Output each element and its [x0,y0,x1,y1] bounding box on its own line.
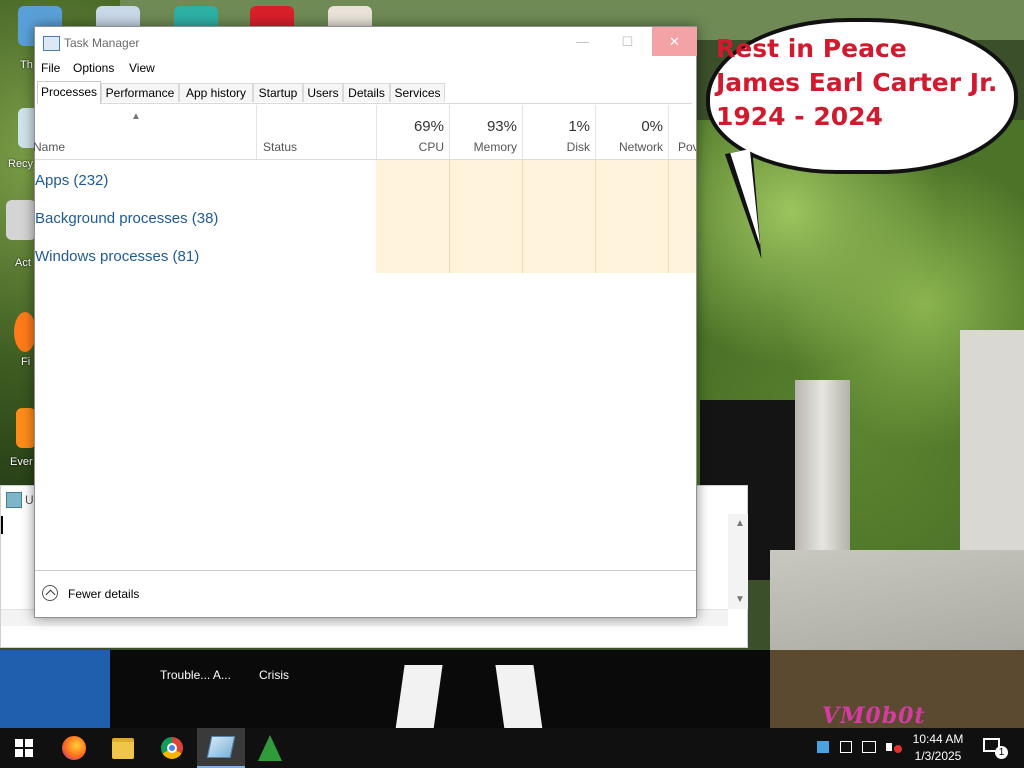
title-bar[interactable]: Task Manager — ☐ ✕ [35,27,697,57]
maximize-button[interactable]: ☐ [605,27,650,56]
bubble-line: Rest in Peace [716,34,907,63]
window-title: Task Manager [64,36,140,50]
window-title: U [25,493,34,507]
column-separator[interactable] [595,105,596,159]
taskbar-chrome[interactable] [148,728,196,768]
tab-users[interactable]: Users [303,83,343,102]
menu-options[interactable]: Options [73,61,114,75]
group-apps[interactable]: Apps (232) [35,172,108,189]
tab-app-history[interactable]: App history [179,83,253,102]
column-disk[interactable]: Disk [530,140,590,154]
taskbar-task-manager[interactable] [197,728,245,768]
taskbar: 10:44 AM 1/3/2025 1 [0,728,1024,768]
power-heat-column [669,160,696,273]
window-caption[interactable]: Trouble... A... [160,668,231,682]
memory-percent[interactable]: 93% [457,118,517,135]
start-button[interactable] [0,728,48,768]
firefox-icon [62,736,86,760]
text-caret [1,516,3,534]
column-status[interactable]: Status [263,140,297,154]
network-percent[interactable]: 0% [603,118,663,135]
column-separator[interactable] [668,105,669,159]
wallpaper-blue-patch [0,650,110,730]
column-cpu[interactable]: CPU [384,140,444,154]
scroll-down-icon[interactable]: ▼ [735,594,745,605]
taskbar-file-explorer[interactable] [99,728,147,768]
christmas-tree-icon [258,735,282,761]
system-clock[interactable]: 10:44 AM 1/3/2025 [905,731,971,765]
notification-count-badge: 1 [995,746,1008,759]
watermark-text: VM0b0t [822,703,926,729]
task-manager-window[interactable]: Task Manager — ☐ ✕ File Options View Pro… [33,26,697,618]
mute-badge-icon [894,745,902,753]
window-icon [6,492,22,508]
desktop-icon-label: Th [20,59,33,71]
tab-strip: Processes Performance App history Startu… [37,81,692,104]
heat-separator [595,160,596,273]
footer-bar: Fewer details [35,570,696,618]
speaker-icon [886,743,892,751]
bubble-line: 1924 - 2024 [716,102,883,131]
tab-processes[interactable]: Processes [37,81,101,104]
clock-date: 1/3/2025 [914,749,962,763]
window-caption[interactable]: Crisis [259,668,289,682]
group-background-processes[interactable]: Background processes (38) [35,210,218,227]
task-manager-icon [206,736,236,758]
task-manager-icon [43,36,60,51]
close-button[interactable]: ✕ [652,27,697,56]
desktop-icon-label: Ever [10,456,33,468]
group-windows-processes[interactable]: Windows processes (81) [35,248,199,265]
desktop-icon[interactable] [6,200,36,240]
scroll-up-icon[interactable]: ▲ [735,518,745,529]
heat-separator [522,160,523,273]
column-separator[interactable] [256,105,257,159]
desktop-icon-label: Fi [21,356,31,368]
tab-services[interactable]: Services [390,83,445,102]
menu-view[interactable]: View [129,61,155,75]
disk-percent[interactable]: 1% [530,118,590,135]
volume-muted-icon[interactable] [886,741,902,753]
taskbar-tree-app[interactable] [246,728,294,768]
desktop-icon-label: Act [15,257,31,269]
folder-icon [112,737,134,759]
chrome-icon [161,737,183,759]
sort-up-icon: ▲ [131,111,141,122]
wallpaper-column [795,380,850,565]
column-separator[interactable] [376,105,377,159]
tab-details[interactable]: Details [343,83,390,102]
tray-tablet-icon[interactable] [840,741,852,753]
taskbar-firefox[interactable] [50,728,98,768]
wallpaper-pavement [770,550,1024,660]
tray-app-icon[interactable] [817,741,829,753]
menu-file[interactable]: File [41,61,60,75]
tab-performance[interactable]: Performance [101,83,179,102]
minimize-button[interactable]: — [560,27,605,56]
heat-separator [668,160,669,273]
shortcut-icon[interactable] [16,408,36,448]
network-icon[interactable] [862,741,876,753]
firefox-shortcut-icon[interactable] [14,312,36,352]
wallpaper-dark-band [0,650,770,730]
clock-time: 10:44 AM [912,732,964,746]
heat-separator [449,160,450,273]
bubble-line: James Earl Carter Jr. [716,68,998,97]
speech-bubble-text: Rest in Peace James Earl Carter Jr. 1924… [716,32,997,134]
column-power[interactable]: Pov [678,140,696,154]
desktop-icon-label: Recy [8,158,34,170]
fewer-details-button[interactable]: Fewer details [68,587,139,601]
column-network[interactable]: Network [603,140,663,154]
wallpaper-building [960,330,1024,580]
tab-startup[interactable]: Startup [253,83,303,102]
column-name[interactable]: Name [33,140,65,154]
column-separator[interactable] [449,105,450,159]
windows-logo-icon [15,739,33,757]
column-memory[interactable]: Memory [457,140,517,154]
cpu-percent[interactable]: 69% [384,118,444,135]
column-separator[interactable] [522,105,523,159]
fewer-details-icon[interactable] [42,585,58,601]
